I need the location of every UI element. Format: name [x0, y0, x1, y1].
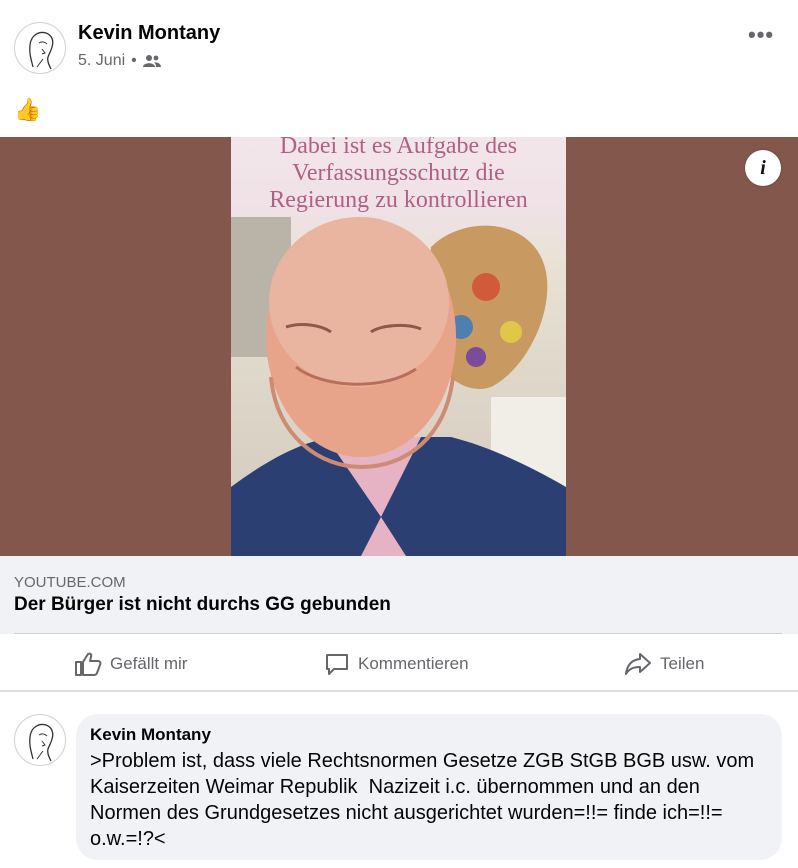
friends-icon — [142, 55, 161, 67]
person-photo — [231, 217, 566, 556]
more-options-icon[interactable]: ••• — [748, 22, 774, 48]
share-button[interactable]: Teilen — [624, 640, 704, 688]
comment-icon — [326, 654, 348, 675]
link-domain: YOUTUBE.COM — [14, 574, 126, 591]
post-text: 👍 — [14, 97, 42, 122]
comment-text: >Problem ist, dass viele Rechtsnormen Ge… — [90, 750, 760, 850]
comment-bubble: Kevin Montany >Problem ist, dass viele R… — [76, 714, 782, 860]
comment-label: Kommentieren — [358, 654, 469, 673]
like-button[interactable]: Gefällt mir — [74, 640, 187, 688]
meta-separator: • — [131, 52, 137, 69]
comment-author[interactable]: Kevin Montany — [90, 724, 768, 746]
section-divider — [0, 690, 798, 692]
avatar-sketch-icon — [29, 723, 54, 762]
post-meta: 5. Juni • — [78, 52, 161, 70]
info-button[interactable]: i — [745, 150, 781, 186]
share-label: Teilen — [660, 654, 705, 673]
divider — [14, 633, 782, 634]
avatar-sketch-icon — [29, 31, 54, 70]
link-title[interactable]: Der Bürger ist nicht durchs GG gebunden — [14, 594, 391, 616]
author-avatar[interactable] — [14, 22, 66, 74]
like-label: Gefällt mir — [110, 654, 188, 673]
post-author-name[interactable]: Kevin Montany — [78, 22, 220, 45]
share-icon — [625, 653, 651, 675]
comment-button[interactable]: Kommentieren — [324, 640, 469, 688]
post-date[interactable]: 5. Juni — [78, 52, 125, 70]
action-bar: Gefällt mir Kommentieren Teilen — [0, 640, 798, 688]
commenter-avatar[interactable] — [14, 714, 66, 766]
video-thumbnail[interactable]: Dabei ist es Aufgabe des Verfassungsschu… — [0, 137, 798, 556]
thumbs-up-icon — [75, 652, 102, 676]
thumbnail-image: Dabei ist es Aufgabe des Verfassungsschu… — [231, 137, 566, 556]
